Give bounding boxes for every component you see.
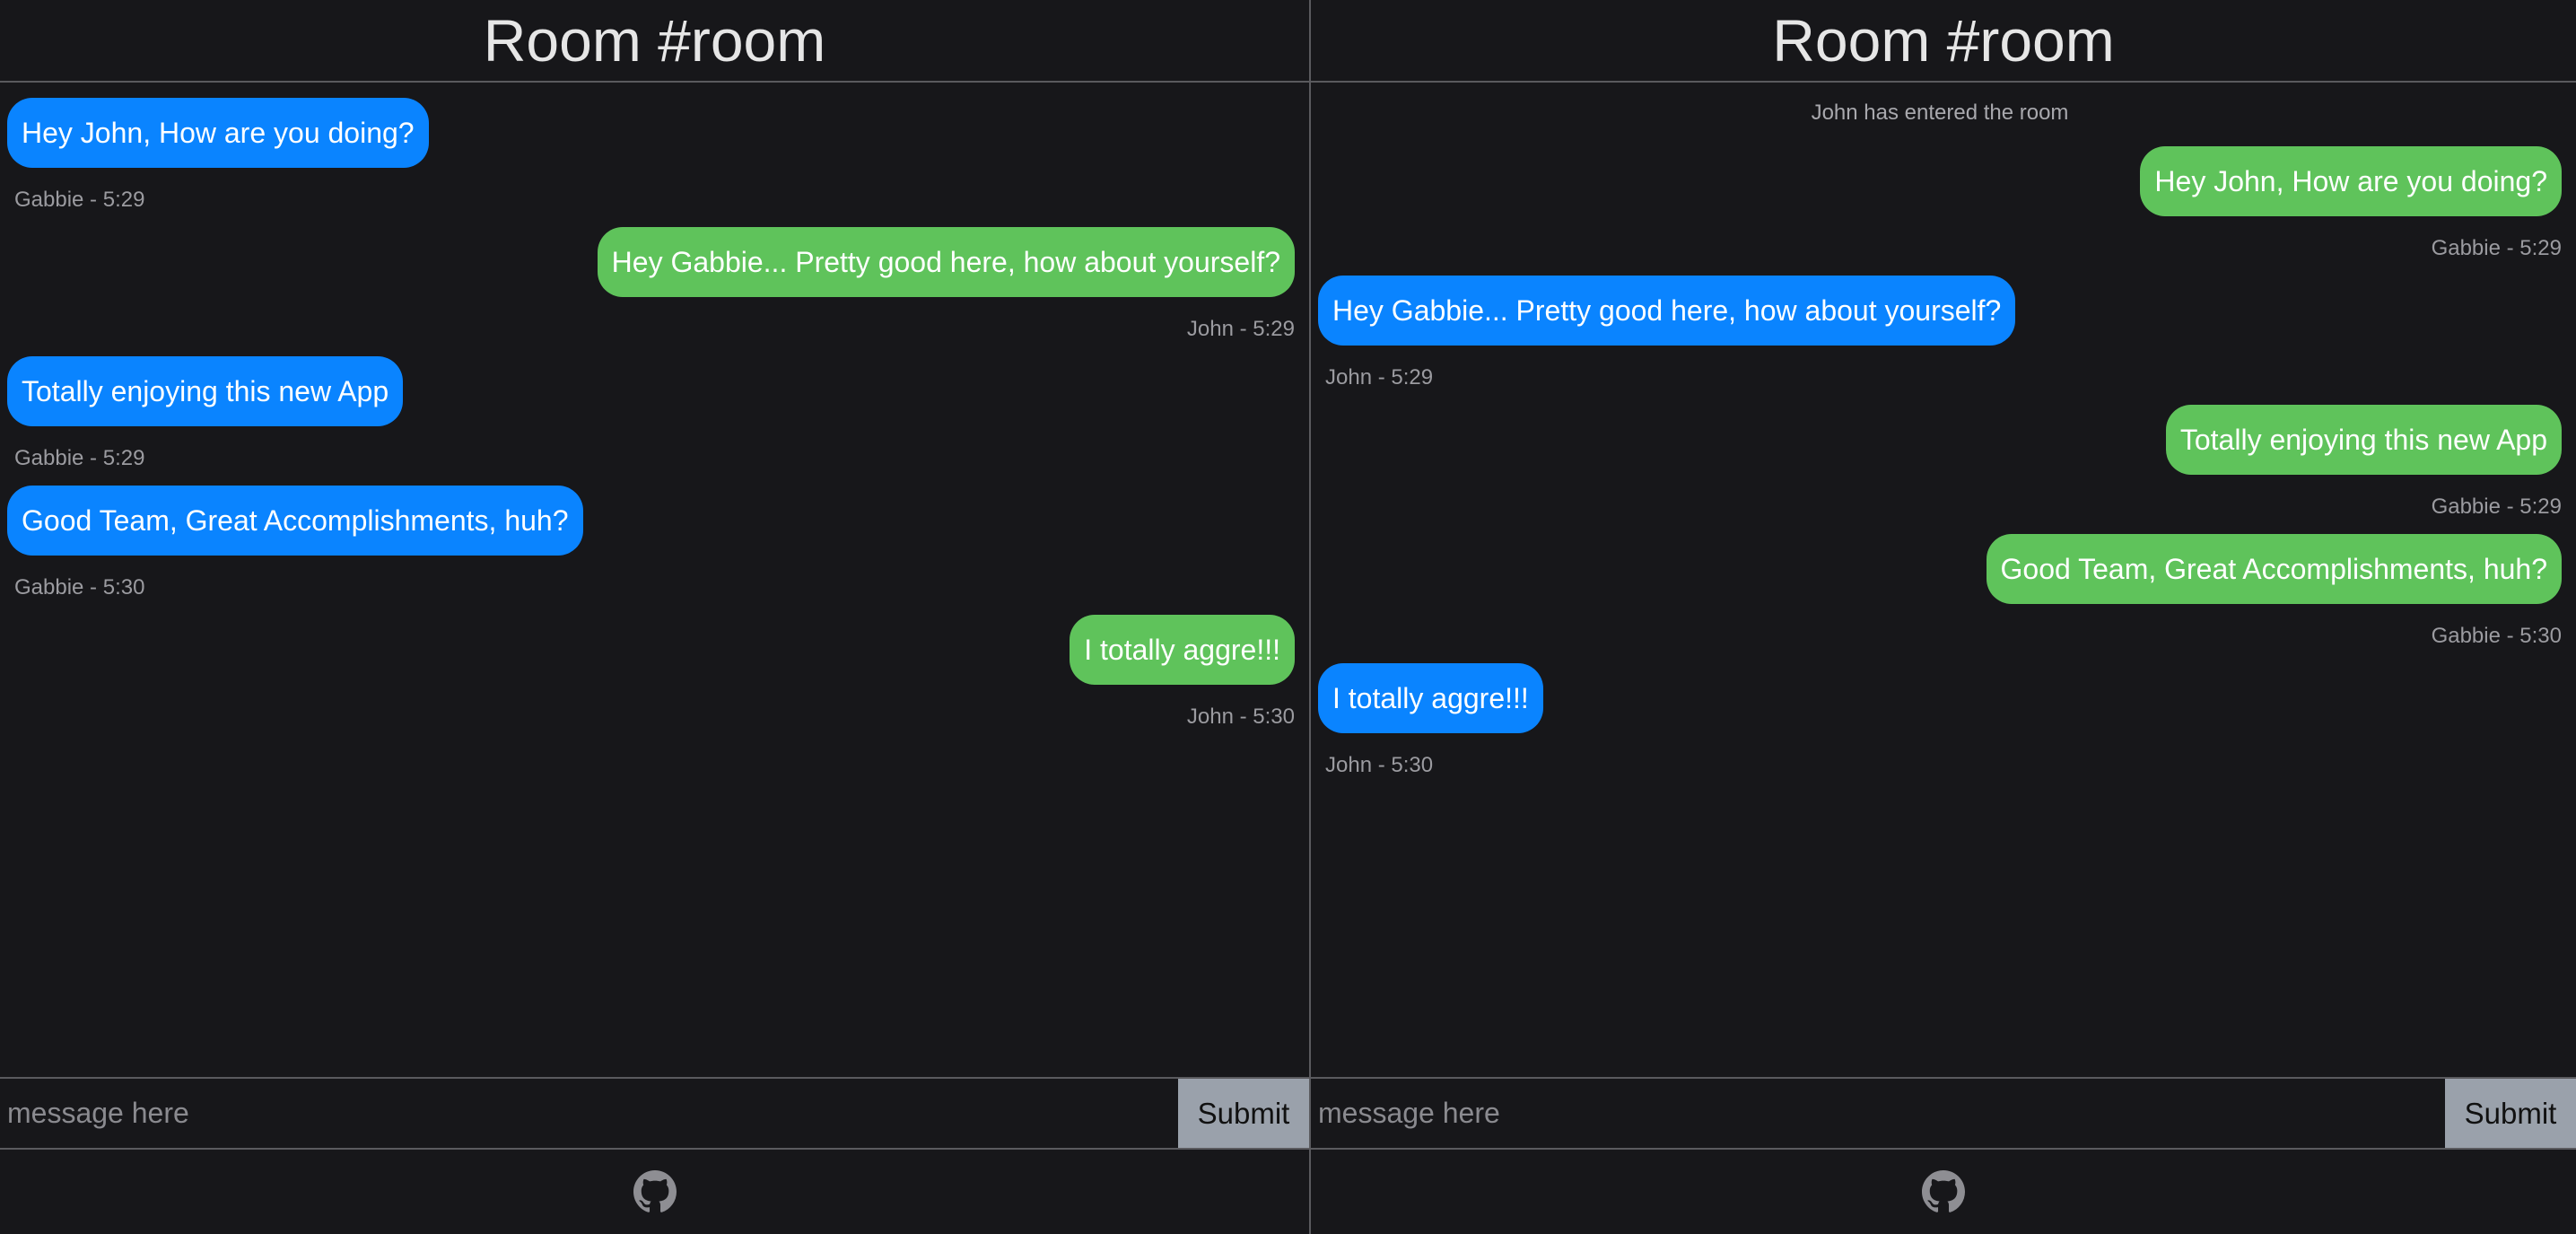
message-item: I totally aggre!!! John - 5:30 xyxy=(1318,663,2562,778)
footer xyxy=(0,1150,1309,1234)
message-item: Hey Gabbie... Pretty good here, how abou… xyxy=(1318,276,2562,390)
message-item: Totally enjoying this new App Gabbie - 5… xyxy=(7,356,1295,471)
message-item: Totally enjoying this new App Gabbie - 5… xyxy=(1318,405,2562,520)
github-icon[interactable] xyxy=(1922,1170,1965,1213)
message-bubble: Totally enjoying this new App xyxy=(2165,405,2562,475)
message-list: John has entered the room Hey John, How … xyxy=(1311,83,2576,1077)
message-item: I totally aggre!!! John - 5:30 xyxy=(7,615,1295,730)
chat-pane-right: Room #room John has entered the room Hey… xyxy=(1311,0,2576,1234)
message-bubble: I totally aggre!!! xyxy=(1318,663,1543,733)
message-item: Good Team, Great Accomplishments, huh? G… xyxy=(1318,534,2562,649)
message-bubble: Totally enjoying this new App xyxy=(7,356,404,426)
message-composer: Submit xyxy=(1311,1077,2576,1150)
message-input[interactable] xyxy=(1311,1079,2445,1148)
footer xyxy=(1311,1150,2576,1234)
message-composer: Submit xyxy=(0,1077,1309,1150)
message-item: Hey John, How are you doing? Gabbie - 5:… xyxy=(1318,146,2562,261)
message-meta: Gabbie - 5:30 xyxy=(14,575,145,599)
message-meta: John - 5:29 xyxy=(1325,365,1434,389)
message-input[interactable] xyxy=(0,1079,1178,1148)
system-message: John has entered the room xyxy=(1811,101,2069,125)
message-meta: John - 5:30 xyxy=(1325,753,1434,777)
message-bubble: Hey Gabbie... Pretty good here, how abou… xyxy=(1318,276,2016,346)
message-item: Good Team, Great Accomplishments, huh? G… xyxy=(7,486,1295,600)
room-title: Room #room xyxy=(1311,0,2576,83)
message-meta: John - 5:30 xyxy=(1186,705,1295,729)
message-item: Hey Gabbie... Pretty good here, how abou… xyxy=(7,227,1295,342)
message-bubble: I totally aggre!!! xyxy=(1070,615,1295,685)
github-icon[interactable] xyxy=(633,1170,677,1213)
message-meta: John - 5:29 xyxy=(1186,317,1295,341)
message-bubble: Good Team, Great Accomplishments, huh? xyxy=(7,486,583,556)
submit-button[interactable]: Submit xyxy=(2445,1079,2576,1148)
message-item: Hey John, How are you doing? Gabbie - 5:… xyxy=(7,98,1295,213)
message-meta: Gabbie - 5:30 xyxy=(2431,624,2562,648)
message-list: Hey John, How are you doing? Gabbie - 5:… xyxy=(0,83,1309,1077)
message-bubble: Good Team, Great Accomplishments, huh? xyxy=(1986,534,2562,604)
app: Room #room Hey John, How are you doing? … xyxy=(0,0,2576,1234)
message-bubble: Hey John, How are you doing? xyxy=(7,98,429,168)
message-bubble: Hey Gabbie... Pretty good here, how abou… xyxy=(597,227,1295,297)
message-bubble: Hey John, How are you doing? xyxy=(2140,146,2562,216)
message-meta: Gabbie - 5:29 xyxy=(2431,494,2562,519)
message-meta: Gabbie - 5:29 xyxy=(14,446,145,470)
message-meta: Gabbie - 5:29 xyxy=(14,188,145,212)
chat-pane-left: Room #room Hey John, How are you doing? … xyxy=(0,0,1311,1234)
room-title: Room #room xyxy=(0,0,1309,83)
submit-button[interactable]: Submit xyxy=(1178,1079,1309,1148)
message-meta: Gabbie - 5:29 xyxy=(2431,236,2562,260)
